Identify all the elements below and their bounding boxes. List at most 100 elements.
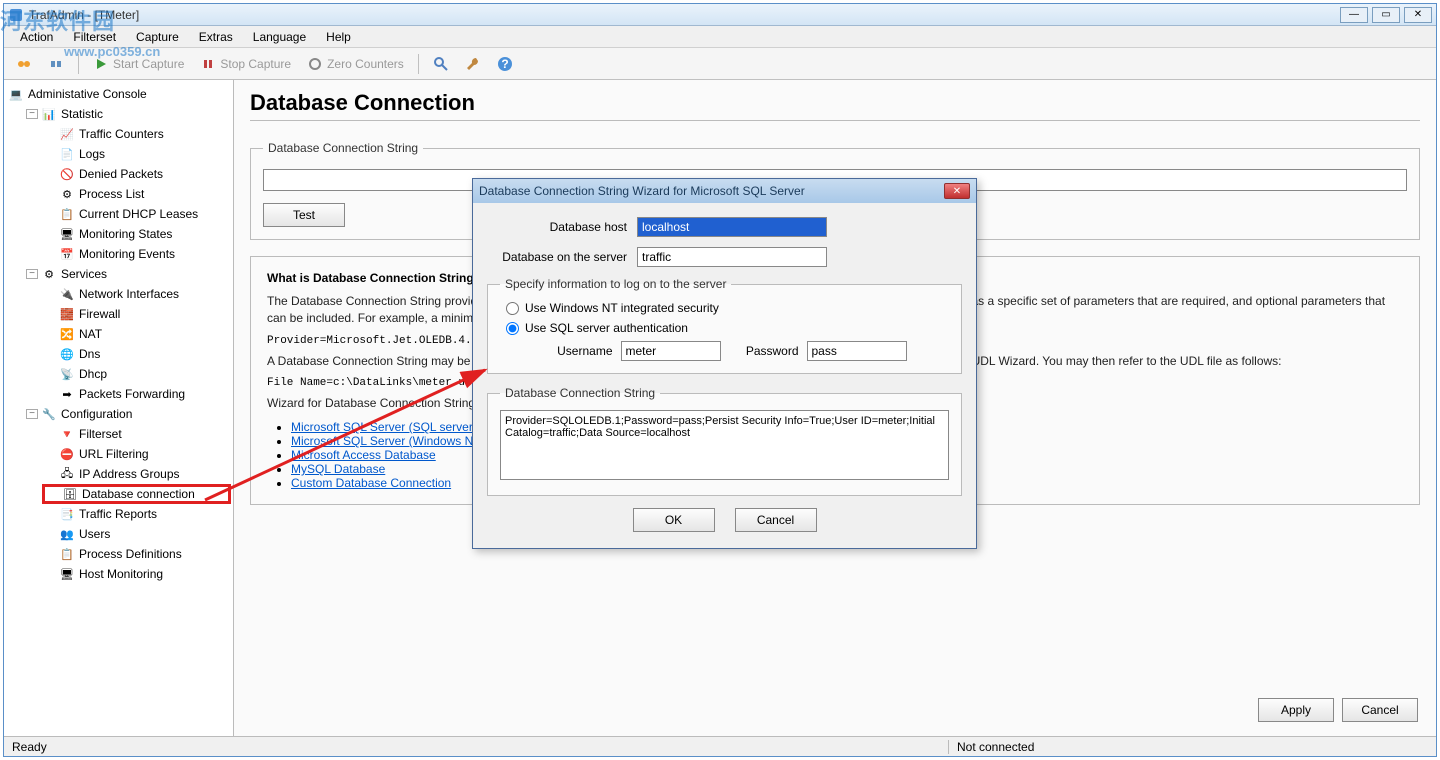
host-icon: 🖥 <box>59 566 75 582</box>
network-icon: 🔌 <box>59 286 75 302</box>
wrench-icon <box>465 56 481 72</box>
test-button[interactable]: Test <box>263 203 345 227</box>
counter-icon: 📈 <box>59 126 75 142</box>
config-icon: 🔧 <box>41 406 57 422</box>
toolbar-separator <box>418 54 419 74</box>
menu-filterset[interactable]: Filterset <box>63 28 126 46</box>
tool-button[interactable] <box>459 53 487 75</box>
console-icon: 💻 <box>8 86 24 102</box>
tree-users[interactable]: 👥Users <box>42 524 231 544</box>
zero-counters-button[interactable]: Zero Counters <box>301 53 410 75</box>
link-mysql[interactable]: MySQL Database <box>291 462 385 476</box>
link-custom[interactable]: Custom Database Connection <box>291 476 451 490</box>
cs-output[interactable] <box>500 410 949 480</box>
tree-denied-packets[interactable]: 🚫Denied Packets <box>42 164 231 184</box>
process-icon: ⚙ <box>59 186 75 202</box>
denied-icon: 🚫 <box>59 166 75 182</box>
sidebar-tree[interactable]: 💻Administative Console −📊Statistic 📈Traf… <box>4 80 234 736</box>
tree-process-definitions[interactable]: 📋Process Definitions <box>42 544 231 564</box>
dhcp-icon: 📋 <box>59 206 75 222</box>
status-left: Ready <box>12 740 948 754</box>
tree-dhcp[interactable]: 📡Dhcp <box>42 364 231 384</box>
disconnect-button[interactable] <box>42 53 70 75</box>
db-input[interactable] <box>637 247 827 267</box>
disconnect-icon <box>48 56 64 72</box>
tree-nat[interactable]: 🔀NAT <box>42 324 231 344</box>
menu-capture[interactable]: Capture <box>126 28 189 46</box>
dialog-ok-button[interactable]: OK <box>633 508 715 532</box>
tree-logs[interactable]: 📄Logs <box>42 144 231 164</box>
apply-button[interactable]: Apply <box>1258 698 1334 722</box>
help-button[interactable]: ? <box>491 53 519 75</box>
tree-configuration[interactable]: −🔧Configuration <box>24 404 231 424</box>
collapse-icon[interactable]: − <box>26 269 38 279</box>
username-label: Username <box>543 344 613 358</box>
menu-extras[interactable]: Extras <box>189 28 243 46</box>
start-capture-button[interactable]: Start Capture <box>87 53 190 75</box>
minimize-button[interactable]: — <box>1340 7 1368 23</box>
search-button[interactable] <box>427 53 455 75</box>
cs-fieldset: Database Connection String <box>487 386 962 496</box>
tree-url-filtering[interactable]: ⛔URL Filtering <box>42 444 231 464</box>
search-icon <box>433 56 449 72</box>
password-input[interactable] <box>807 341 907 361</box>
menubar: Action Filterset Capture Extras Language… <box>4 26 1436 48</box>
monitor-icon: 🖥 <box>59 226 75 242</box>
toolbar-separator <box>78 54 79 74</box>
tree-database-connection[interactable]: 🗄Database connection <box>42 484 231 504</box>
menu-action[interactable]: Action <box>10 28 63 46</box>
tree-host-monitoring[interactable]: 🖥Host Monitoring <box>42 564 231 584</box>
status-right: Not connected <box>948 740 1428 754</box>
dialog-titlebar[interactable]: Database Connection String Wizard for Mi… <box>473 179 976 203</box>
tree-process-list[interactable]: ⚙Process List <box>42 184 231 204</box>
maximize-button[interactable]: ▭ <box>1372 7 1400 23</box>
svg-text:?: ? <box>501 57 508 71</box>
tree-dns[interactable]: 🌐Dns <box>42 344 231 364</box>
divider <box>250 120 1420 121</box>
report-icon: 📑 <box>59 506 75 522</box>
tree-monitoring-states[interactable]: 🖥Monitoring States <box>42 224 231 244</box>
tree-packet-forwarding[interactable]: ➡Packets Forwarding <box>42 384 231 404</box>
cancel-button[interactable]: Cancel <box>1342 698 1418 722</box>
stop-capture-label: Stop Capture <box>220 57 291 71</box>
database-icon: 🗄 <box>62 486 78 502</box>
tree-monitoring-events[interactable]: 📅Monitoring Events <box>42 244 231 264</box>
stop-capture-button[interactable]: Stop Capture <box>194 53 297 75</box>
tree-traffic-reports[interactable]: 📑Traffic Reports <box>42 504 231 524</box>
tree-dhcp-leases[interactable]: 📋Current DHCP Leases <box>42 204 231 224</box>
tree-services[interactable]: −⚙Services <box>24 264 231 284</box>
connect-icon <box>16 56 32 72</box>
help-icon: ? <box>497 56 513 72</box>
tree-network-interfaces[interactable]: 🔌Network Interfaces <box>42 284 231 304</box>
radio-sql-label: Use SQL server authentication <box>525 321 688 335</box>
radio-nt[interactable] <box>506 302 519 315</box>
tree-cfg-filterset[interactable]: 🔻Filterset <box>42 424 231 444</box>
connect-button[interactable] <box>10 53 38 75</box>
close-button[interactable]: ✕ <box>1404 7 1432 23</box>
connection-string-legend: Database Connection String <box>263 141 423 155</box>
dialog-title: Database Connection String Wizard for Mi… <box>479 184 944 198</box>
username-input[interactable] <box>621 341 721 361</box>
collapse-icon[interactable]: − <box>26 409 38 419</box>
radio-sql[interactable] <box>506 322 519 335</box>
tree-statistic[interactable]: −📊Statistic <box>24 104 231 124</box>
host-label: Database host <box>487 220 637 234</box>
tree-root[interactable]: 💻Administative Console <box>6 84 231 104</box>
forward-icon: ➡ <box>59 386 75 402</box>
log-icon: 📄 <box>59 146 75 162</box>
tree-firewall[interactable]: 🧱Firewall <box>42 304 231 324</box>
menu-help[interactable]: Help <box>316 28 361 46</box>
password-label: Password <box>729 344 799 358</box>
host-input[interactable] <box>637 217 827 237</box>
collapse-icon[interactable]: − <box>26 109 38 119</box>
dialog-close-button[interactable]: ✕ <box>944 183 970 199</box>
link-access[interactable]: Microsoft Access Database <box>291 448 436 462</box>
users-icon: 👥 <box>59 526 75 542</box>
dialog-cancel-button[interactable]: Cancel <box>735 508 817 532</box>
menu-language[interactable]: Language <box>243 28 316 46</box>
tree-ip-groups[interactable]: 🖧IP Address Groups <box>42 464 231 484</box>
start-capture-label: Start Capture <box>113 57 184 71</box>
chart-icon: 📊 <box>41 106 57 122</box>
wizard-dialog: Database Connection String Wizard for Mi… <box>472 178 977 549</box>
tree-traffic-counters[interactable]: 📈Traffic Counters <box>42 124 231 144</box>
